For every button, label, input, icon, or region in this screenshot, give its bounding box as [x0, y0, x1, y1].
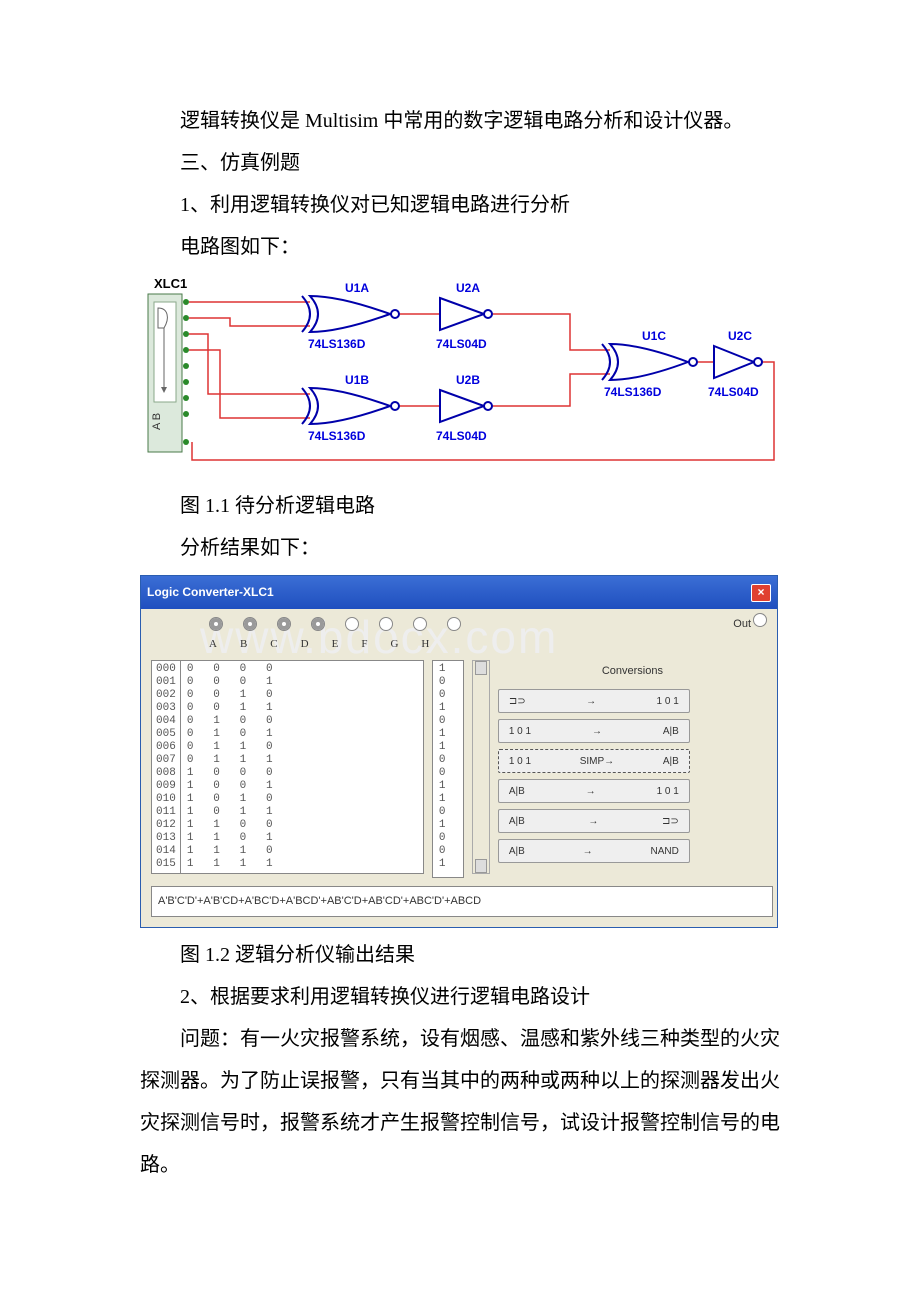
body-text: 问题：有一火灾报警系统，设有烟感、温感和紫外线三种类型的火灾探测器。为了防止误报…	[140, 1018, 780, 1186]
input-radio-b[interactable]	[243, 617, 257, 631]
xor-gate-icon	[602, 344, 697, 380]
letter: F	[361, 633, 367, 656]
gate-label: U2A	[456, 281, 480, 295]
conversion-button[interactable]: A|B→1 0 1	[498, 779, 690, 803]
body-text: 电路图如下：	[140, 226, 780, 268]
gate-part: 74LS04D	[436, 337, 487, 351]
input-radio-h[interactable]	[447, 617, 461, 631]
gate-label: U2B	[456, 373, 480, 387]
gate-label: U1B	[345, 373, 369, 387]
circuit-diagram: XLC1 A B	[140, 274, 780, 479]
conversions-panel: Conversions ⊐⊃→1 0 1 1 0 1→A|B 1 0 1SIMP→A…	[498, 660, 767, 878]
truth-table: 000 001 002 003 004 005 006 007 008 009 …	[151, 660, 424, 874]
letter: A	[209, 633, 217, 656]
gate-part: 74LS136D	[308, 429, 366, 443]
section-heading: 三、仿真例题	[140, 142, 780, 184]
truth-table-output: 1 0 0 1 0 1 1 0 0 1 1 0 1 0 0 1	[432, 660, 464, 878]
body-text: 分析结果如下：	[140, 527, 780, 569]
input-radios	[209, 617, 767, 631]
xor-gate-icon	[302, 388, 399, 424]
truth-table-bits: 0 0 0 0 0 0 0 1 0 0 1 0 0 0 1 1 0 1 0 0 …	[181, 661, 423, 873]
gate-part: 74LS136D	[308, 337, 366, 351]
instrument-label: XLC1	[154, 276, 187, 291]
input-radio-c[interactable]	[277, 617, 291, 631]
letter: H	[421, 633, 429, 656]
gate-part: 74LS04D	[436, 429, 487, 443]
gate-label: U2C	[728, 329, 752, 343]
input-letters: A B C D E F G H	[209, 633, 767, 656]
input-radio-e[interactable]	[345, 617, 359, 631]
letter: B	[240, 633, 247, 656]
input-radio-f[interactable]	[379, 617, 393, 631]
not-gate-icon	[440, 390, 492, 422]
input-radio-g[interactable]	[413, 617, 427, 631]
gate-label: U1C	[642, 329, 666, 343]
gate-label: U1A	[345, 281, 369, 295]
not-gate-icon	[440, 298, 492, 330]
not-gate-icon	[714, 346, 762, 378]
xor-gate-icon	[302, 296, 399, 332]
conversion-button[interactable]: 1 0 1SIMP→A|B	[498, 749, 690, 773]
conversion-button[interactable]: A|B→⊐⊃	[498, 809, 690, 833]
figure-caption: 图 1.1 待分析逻辑电路	[140, 485, 780, 527]
conversion-button[interactable]: 1 0 1→A|B	[498, 719, 690, 743]
window-titlebar[interactable]: Logic Converter-XLC1 ×	[141, 576, 777, 609]
body-text: 1、利用逻辑转换仪对已知逻辑电路进行分析	[140, 184, 780, 226]
body-text: 逻辑转换仪是 Multisim 中常用的数字逻辑电路分析和设计仪器。	[140, 100, 780, 142]
logic-converter-window: Logic Converter-XLC1 × Out A	[140, 575, 778, 928]
close-icon[interactable]: ×	[751, 584, 771, 602]
logic-converter-figure: www.bdocx.com Logic Converter-XLC1 × Out	[140, 575, 780, 928]
conversions-label: Conversions	[498, 660, 767, 683]
input-radio-d[interactable]	[311, 617, 325, 631]
letter: C	[270, 633, 277, 656]
out-label: Out	[733, 613, 751, 636]
letter: E	[332, 633, 339, 656]
instrument-pins-label: A B	[151, 413, 163, 430]
letter: G	[390, 633, 398, 656]
expression-box[interactable]: A'B'C'D'+A'B'CD+A'BC'D+A'BCD'+AB'C'D+AB'…	[151, 886, 773, 917]
conversion-button[interactable]: A|B→NAND	[498, 839, 690, 863]
scrollbar[interactable]	[472, 660, 490, 874]
window-title: Logic Converter-XLC1	[147, 580, 274, 605]
letter: D	[301, 633, 309, 656]
conversion-button[interactable]: ⊐⊃→1 0 1	[498, 689, 690, 713]
body-text: 2、根据要求利用逻辑转换仪进行逻辑电路设计	[140, 976, 780, 1018]
figure-caption: 图 1.2 逻辑分析仪输出结果	[140, 934, 780, 976]
input-radio-a[interactable]	[209, 617, 223, 631]
truth-table-index: 000 001 002 003 004 005 006 007 008 009 …	[152, 661, 181, 873]
gate-part: 74LS04D	[708, 385, 759, 399]
gate-part: 74LS136D	[604, 385, 662, 399]
document-page: 逻辑转换仪是 Multisim 中常用的数字逻辑电路分析和设计仪器。 三、仿真例…	[0, 0, 920, 1246]
